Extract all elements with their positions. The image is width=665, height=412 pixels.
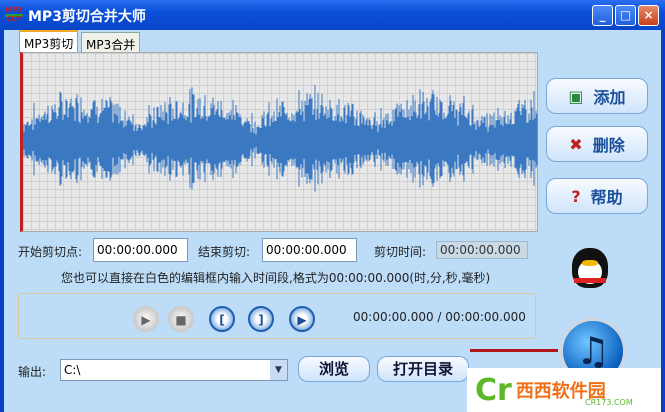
waveform-path bbox=[23, 84, 538, 192]
playback-time: 00:00:00.000 / 00:00:00.000 bbox=[353, 310, 526, 324]
close-button[interactable]: × bbox=[638, 5, 659, 26]
qq-penguin-icon[interactable] bbox=[572, 248, 608, 288]
cut-duration-label: 剪切时间: bbox=[374, 245, 427, 259]
add-button[interactable]: ▣ 添加 bbox=[546, 78, 648, 114]
browse-button[interactable]: 浏览 bbox=[298, 356, 370, 382]
cr-logo-icon: Cr bbox=[475, 372, 512, 408]
mark-start-button[interactable]: [ bbox=[209, 306, 235, 332]
cut-duration-value: 00:00:00.000 bbox=[436, 241, 528, 259]
output-path-select[interactable]: C:\ ▼ bbox=[60, 359, 288, 381]
start-cut-input[interactable]: 00:00:00.000 bbox=[93, 238, 188, 262]
hint-text: 您也可以直接在白色的编辑框内输入时间段,格式为00:00:00.000(时,分,… bbox=[61, 271, 491, 285]
delete-button[interactable]: ✖ 删除 bbox=[546, 126, 648, 162]
add-label: 添加 bbox=[593, 88, 626, 107]
mark-end-button[interactable]: ] bbox=[248, 306, 274, 332]
open-directory-button[interactable]: 打开目录 bbox=[377, 356, 469, 382]
main-panel: MP3剪切 MP3合并 ▣ 添加 ✖ 删除 ? 帮助 开始剪切点: 00:00:00.… bbox=[4, 30, 661, 412]
playback-panel: ▶ ■ [ ] ▶ 00:00:00.000 / 00:00:00.000 bbox=[18, 293, 536, 339]
tab-mp3-cut[interactable]: MP3剪切 bbox=[19, 30, 79, 53]
watermark-site: CR173.COM bbox=[585, 398, 633, 407]
arrow-icon bbox=[470, 349, 558, 352]
chevron-down-icon[interactable]: ▼ bbox=[270, 360, 287, 380]
play-selection-button[interactable]: ▶ bbox=[289, 306, 315, 332]
help-icon: ? bbox=[571, 186, 581, 206]
end-cut-input[interactable]: 00:00:00.000 bbox=[262, 238, 357, 262]
maximize-button[interactable]: □ bbox=[615, 5, 636, 26]
delete-icon: ✖ bbox=[569, 134, 583, 154]
waveform-graph bbox=[23, 84, 538, 192]
window-title: MP3剪切合并大师 bbox=[28, 9, 146, 25]
waveform-display[interactable] bbox=[20, 52, 538, 232]
title-bar: MP3 CUT MP3剪切合并大师 _ □ × bbox=[0, 0, 665, 30]
output-label: 输出: bbox=[18, 365, 47, 379]
add-file-icon: ▣ bbox=[568, 86, 584, 106]
help-label: 帮助 bbox=[590, 188, 623, 207]
app-logo-icon: MP3 CUT bbox=[5, 6, 23, 26]
delete-label: 删除 bbox=[592, 136, 625, 155]
help-button[interactable]: ? 帮助 bbox=[546, 178, 648, 214]
start-cut-label: 开始剪切点: bbox=[18, 245, 83, 259]
play-button[interactable]: ▶ bbox=[133, 306, 159, 332]
end-cut-label: 结束剪切: bbox=[198, 245, 251, 259]
watermark-logo: Cr 西西软件园 CR173.COM bbox=[467, 368, 661, 412]
tab-mp3-merge[interactable]: MP3合并 bbox=[81, 32, 141, 53]
minimize-button[interactable]: _ bbox=[592, 5, 613, 26]
output-path-value: C:\ bbox=[64, 363, 81, 377]
stop-button[interactable]: ■ bbox=[168, 306, 194, 332]
